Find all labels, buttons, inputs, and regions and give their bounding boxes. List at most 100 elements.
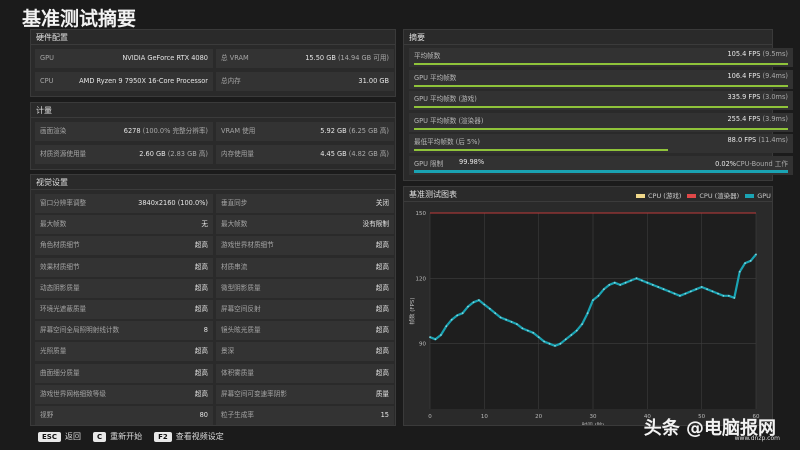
visual-setting-row[interactable]: 游戏世界网格细致等级 超高 xyxy=(35,384,213,404)
gpu-series-point xyxy=(717,292,719,295)
metric-value-main: 4.45 GB xyxy=(320,150,347,158)
visual-setting-row[interactable]: 窗口分辨率调整 3840x2160 (100.0%) xyxy=(35,194,213,213)
summary-row: GPU 平均帧数 (渲染器) 255.4 FPS (3.9ms) xyxy=(409,112,793,132)
visual-setting-row[interactable]: 动态阴影质量 超高 xyxy=(35,278,213,298)
visual-setting-row[interactable]: 镜头眩光质量 超高 xyxy=(216,321,394,341)
visual-setting-row[interactable]: 最大帧数 没有限制 xyxy=(216,215,394,235)
gpu-series-point xyxy=(749,260,752,262)
footer-hint-label: 返回 xyxy=(64,432,81,441)
legend-label: CPU (游戏) xyxy=(648,192,682,200)
visual-setting-row[interactable]: 角色材质细节 超高 xyxy=(35,236,213,256)
visual-setting-value: 超高 xyxy=(375,347,389,356)
visual-setting-row[interactable]: 光照质量 超高 xyxy=(35,342,213,362)
x-tick-label: 0 xyxy=(428,414,432,420)
visual-setting-row[interactable]: 景深 超高 xyxy=(216,342,394,362)
gpu-series-point xyxy=(532,331,535,334)
summary-value-main: 105.4 FPS xyxy=(727,50,761,58)
gpu-series-point xyxy=(700,286,703,288)
gpu-limit-bar xyxy=(414,169,788,173)
footer-hint[interactable]: C 重新开始 xyxy=(92,431,143,442)
visual-setting-row[interactable]: 屏幕空间全局照明射线计数 8 xyxy=(35,321,213,341)
visual-setting-row[interactable]: 游戏世界材质细节 超高 xyxy=(216,236,394,256)
summary-value-main: 335.9 FPS xyxy=(727,93,761,101)
summary-value-main: 255.4 FPS xyxy=(727,114,761,123)
legend-label: GPU xyxy=(757,192,771,200)
metric-value-sub: (2.83 GB 高) xyxy=(167,150,208,158)
visual-setting-key: 效果材质细节 xyxy=(40,262,80,271)
hardware-value: 31.00 GB xyxy=(358,72,389,91)
visual-setting-key: 窗口分辨率调整 xyxy=(40,199,87,207)
summary-value: 105.4 FPS (9.5ms) xyxy=(727,50,788,58)
metric-value-sub: (100.0% 完整分辨率) xyxy=(142,127,208,135)
hardware-key: 总 VRAM xyxy=(221,54,249,62)
summary-key: 最低平均帧数 (后 5%) xyxy=(414,138,480,146)
visual-setting-value: 超高 xyxy=(375,305,389,313)
legend-swatch xyxy=(636,194,645,198)
footer-hint-label: 重新开始 xyxy=(110,432,143,441)
visual-settings-panel: 视觉设置 窗口分辨率调整 3840x2160 (100.0%) 最大帧数 无角色材质细… xyxy=(30,174,396,426)
chart-legend: CPU (游戏) CPU (渲染器) GPU xyxy=(630,190,771,200)
summary-row: GPU 平均帧数 (游戏) 335.9 FPS (3.0ms) xyxy=(409,91,793,110)
hardware-header: 硬件配置 xyxy=(31,30,395,45)
visual-setting-row[interactable]: 最大帧数 无 xyxy=(35,215,213,235)
visual-setting-key: 垂直同步 xyxy=(221,199,248,207)
footer-hint[interactable]: F2 查看视频设定 xyxy=(154,431,224,442)
gpu-series-point xyxy=(499,316,502,319)
visual-setting-value: 15 xyxy=(380,411,389,419)
y-tick-label: 150 xyxy=(416,211,427,217)
gpu-series-point xyxy=(478,299,480,301)
visual-setting-row[interactable]: 曲面细分质量 超高 xyxy=(35,363,213,383)
metric-value: 5.92 GB (6.25 GB 高) xyxy=(320,122,389,141)
visual-setting-value: 关闭 xyxy=(375,199,389,207)
summary-bar xyxy=(414,84,788,87)
summary-bar xyxy=(414,127,788,130)
visual-setting-value: 超高 xyxy=(375,262,389,271)
metric-value: 4.45 GB (4.82 GB 高) xyxy=(320,145,389,164)
visual-setting-key: 曲面细分质量 xyxy=(40,368,80,377)
visual-setting-row[interactable]: 材质串流 超高 xyxy=(216,257,394,277)
visual-setting-key: 视野 xyxy=(40,411,54,419)
visual-setting-row[interactable]: 粒子生成率 15 xyxy=(216,406,394,425)
gpu-series-point xyxy=(668,290,670,293)
hardware-panel: 硬件配置 GPU NVIDIA GeForce RTX 4080 总 VRAM 15.… xyxy=(30,29,396,97)
visual-setting-row[interactable]: 效果材质细节 超高 xyxy=(35,257,213,277)
visual-setting-value: 超高 xyxy=(194,347,208,356)
summary-value-main: 106.4 FPS xyxy=(727,71,761,80)
visual-setting-value: 超高 xyxy=(375,368,389,377)
gpu-series-point xyxy=(673,292,676,295)
metric-row: 内存使用量 4.45 GB (4.82 GB 高) xyxy=(216,145,394,164)
visual-setting-row[interactable]: 微型阴影质量 超高 xyxy=(216,278,394,298)
visual-setting-row[interactable]: 垂直同步 关闭 xyxy=(216,194,394,213)
gpu-series-point xyxy=(619,284,622,286)
summary-key: GPU 平均帧数 (渲染器) xyxy=(414,116,484,125)
visual-setting-row[interactable]: 环境光遮蔽质量 超高 xyxy=(35,300,213,319)
hardware-key: CPU xyxy=(40,77,54,85)
summary-value-sub: (3.9ms) xyxy=(762,114,789,123)
summary-value-sub: (9.5ms) xyxy=(762,50,789,58)
visual-setting-row[interactable]: 屏幕空间反射 超高 xyxy=(216,300,394,319)
visual-setting-key: 最大帧数 xyxy=(221,220,248,229)
metric-key: VRAM 使用 xyxy=(221,127,256,135)
summary-value-sub: (3.0ms) xyxy=(762,93,789,101)
legend-item: CPU (游戏) xyxy=(636,192,681,200)
gpu-series-point xyxy=(434,338,437,341)
gpu-series-point xyxy=(603,288,605,291)
legend-swatch xyxy=(687,194,697,198)
visual-setting-value: 8 xyxy=(203,326,208,335)
gpu-series-point xyxy=(624,281,627,284)
summary-panel: 摘要 平均帧数 105.4 FPS (9.5ms) GPU 平均帧数 106.4 FP… xyxy=(403,29,793,181)
footer-hint[interactable]: ESC 返回 xyxy=(38,431,81,442)
visual-setting-row[interactable]: 屏幕空间可变速率阴影 质量 xyxy=(216,384,394,404)
gpu-series-point xyxy=(586,312,589,315)
visual-setting-key: 光照质量 xyxy=(40,347,67,356)
gpu-series-point xyxy=(483,303,486,306)
visual-setting-row[interactable]: 视野 80 xyxy=(35,406,213,425)
gpu-series-point xyxy=(510,321,513,323)
summary-value: 255.4 FPS (3.9ms) xyxy=(727,115,788,123)
visual-settings-header: 视觉设置 xyxy=(31,175,395,190)
gpu-series-point xyxy=(706,288,708,291)
visual-setting-key: 材质串流 xyxy=(221,262,248,271)
visual-setting-key: 景深 xyxy=(221,347,235,356)
visual-setting-row[interactable]: 体积雾质量 超高 xyxy=(216,363,394,383)
gpu-series-point xyxy=(543,340,545,343)
